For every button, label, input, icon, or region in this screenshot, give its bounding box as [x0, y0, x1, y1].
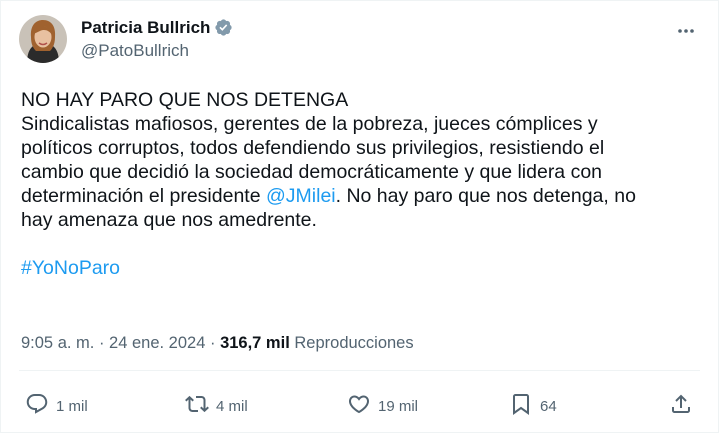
- tweet-line-5: determinación el presidente @JMilei. No …: [21, 184, 701, 208]
- reply-icon: [25, 392, 49, 421]
- tweet-line-5-post: . No hay paro que nos detenga, no: [335, 185, 636, 207]
- avatar-image: [19, 15, 67, 63]
- bookmark-icon: [509, 392, 533, 421]
- tweet-line-4: cambio que decidió la sociedad democráti…: [21, 161, 603, 183]
- avatar[interactable]: [19, 15, 67, 63]
- tweet-line-3: políticos corruptos, todos defendiendo s…: [21, 137, 605, 159]
- retweet-count: 4 mil: [216, 397, 248, 415]
- tweet-meta: 9:05 a. m. · 24 ene. 2024 · 316,7 mil Re…: [21, 334, 414, 353]
- tweet-date[interactable]: 24 ene. 2024: [109, 334, 205, 352]
- views-count: 316,7 mil: [220, 334, 290, 352]
- like-count: 19 mil: [378, 397, 419, 415]
- tweet-text: NO HAY PARO QUE NOS DETENGA Sindicalista…: [21, 88, 701, 280]
- verified-badge-icon[interactable]: [214, 18, 233, 37]
- tweet-line-6: hay amenaza que nos amedrente.: [21, 209, 317, 231]
- more-icon[interactable]: [674, 19, 698, 43]
- tweet-line-5-pre: determinación el presidente: [21, 185, 266, 207]
- tweet-time[interactable]: 9:05 a. m.: [21, 334, 94, 352]
- retweet-icon: [185, 392, 209, 421]
- share-button[interactable]: [669, 389, 693, 423]
- meta-separator-1: ·: [94, 334, 110, 352]
- tweet-line-2: Sindicalistas mafiosos, gerentes de la p…: [21, 113, 598, 135]
- views-label: Reproducciones: [294, 334, 414, 352]
- reply-button[interactable]: 1 mil: [25, 389, 88, 423]
- tweet-card: Patricia Bullrich @PatoBullrich NO HAY P…: [0, 0, 719, 433]
- divider: [19, 370, 700, 371]
- reply-count: 1 mil: [56, 397, 88, 415]
- bookmark-button[interactable]: 64: [509, 389, 557, 423]
- author-display-name[interactable]: Patricia Bullrich: [81, 17, 210, 39]
- name-row: Patricia Bullrich: [81, 17, 233, 39]
- author-names: Patricia Bullrich @PatoBullrich: [81, 17, 233, 62]
- retweet-button[interactable]: 4 mil: [185, 389, 248, 423]
- meta-separator-2: ·: [205, 334, 221, 352]
- heart-icon: [347, 392, 371, 421]
- author-handle[interactable]: @PatoBullrich: [81, 40, 233, 62]
- tweet-line-1: NO HAY PARO QUE NOS DETENGA: [21, 89, 349, 111]
- hashtag-link[interactable]: #YoNoParo: [21, 256, 701, 280]
- like-button[interactable]: 19 mil: [347, 389, 418, 423]
- share-icon: [669, 392, 693, 421]
- bookmark-count: 64: [540, 397, 557, 415]
- mention-link[interactable]: @JMilei: [266, 185, 336, 207]
- action-bar: 1 mil 4 mil 19 mil 64: [1, 389, 720, 423]
- tweet-header: Patricia Bullrich @PatoBullrich: [19, 15, 233, 63]
